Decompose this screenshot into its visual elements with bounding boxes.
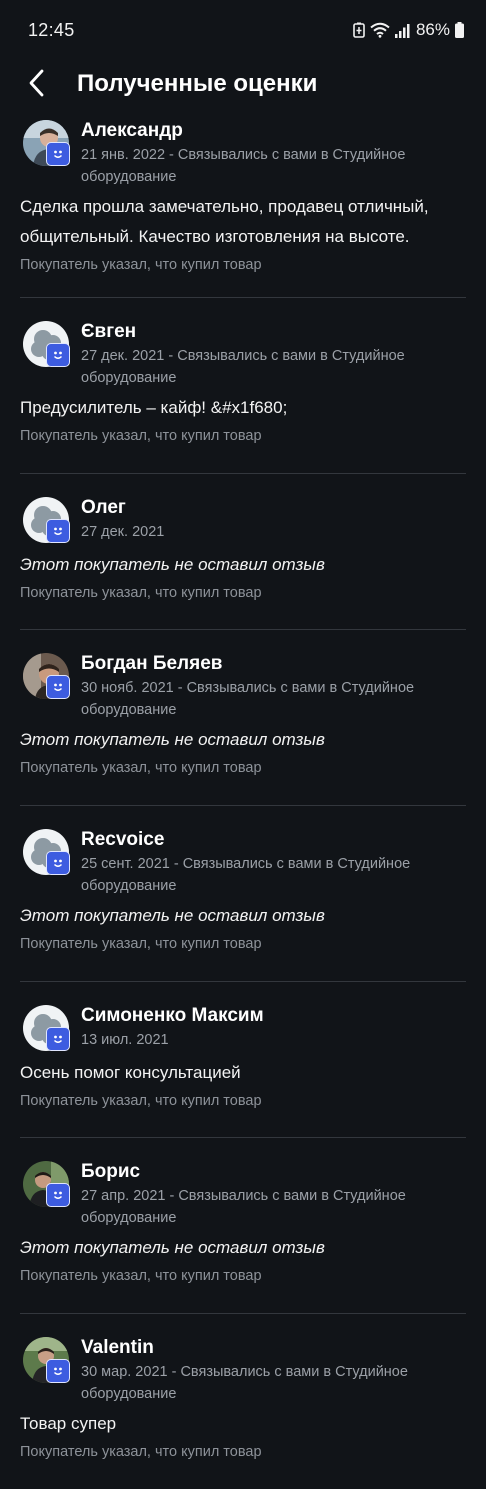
back-button[interactable] [18, 66, 56, 104]
purchase-note: Покупатель указал, что купил товар [20, 257, 262, 273]
wifi-icon [370, 22, 390, 38]
reviews-list: Александр 21 янв. 2022 - Связывались с в… [0, 110, 486, 1489]
review-header: Євген 27 дек. 2021 - Связывались с вами … [20, 298, 466, 389]
review-header: Борис 27 апр. 2021 - Связывались с вами … [20, 1138, 466, 1229]
verified-badge-icon [46, 675, 70, 699]
reviewer-name[interactable]: Євген [81, 320, 466, 344]
verified-badge-icon [46, 343, 70, 367]
purchase-note: Покупатель указал, что купил товар [20, 1444, 262, 1460]
chevron-left-icon [27, 69, 47, 102]
purchase-note: Покупатель указал, что купил товар [20, 936, 262, 952]
verified-badge-icon [46, 851, 70, 875]
review-text: Этот покупатель не оставил отзыв [20, 1238, 325, 1257]
review-header: Богдан Беляев 30 нояб. 2021 - Связывалис… [20, 630, 466, 721]
verified-badge-icon [46, 142, 70, 166]
review-text: Этот покупатель не оставил отзыв [20, 906, 325, 925]
review-text: Осень помог консультацией [20, 1063, 241, 1082]
review-meta: 27 дек. 2021 [81, 524, 165, 540]
review-text: Этот покупатель не оставил отзыв [20, 730, 325, 749]
reviewer-name[interactable]: Богдан Беляев [81, 652, 466, 676]
review-item: Євген 27 дек. 2021 - Связывались с вами … [20, 298, 466, 474]
review-item: Recvoice 25 сент. 2021 - Связывались с в… [20, 806, 466, 982]
review-meta: 30 нояб. 2021 - Связывались с вами в Сту… [81, 680, 415, 718]
review-header: Симоненко Максим 13 июл. 2021 [20, 982, 466, 1062]
reviewer-name[interactable]: Симоненко Максим [81, 1004, 466, 1028]
review-item: Valentin 30 мар. 2021 - Связывались с ва… [20, 1314, 466, 1489]
review-header: Александр 21 янв. 2022 - Связывались с в… [20, 110, 466, 188]
review-meta: 21 янв. 2022 - Связывались с вами в Студ… [81, 147, 406, 185]
verified-badge-icon [46, 1183, 70, 1207]
purchase-note: Покупатель указал, что купил товар [20, 760, 262, 776]
purchase-note: Покупатель указал, что купил товар [20, 428, 262, 444]
review-header: Олег 27 дек. 2021 [20, 474, 466, 554]
review-item: Богдан Беляев 30 нояб. 2021 - Связывалис… [20, 630, 466, 806]
review-meta: 27 апр. 2021 - Связывались с вами в Студ… [81, 1188, 406, 1226]
verified-badge-icon [46, 519, 70, 543]
review-header: Recvoice 25 сент. 2021 - Связывались с в… [20, 806, 466, 897]
review-meta: 27 дек. 2021 - Связывались с вами в Студ… [81, 348, 405, 386]
reviewer-name[interactable]: Борис [81, 1160, 466, 1184]
battery-percent: 86% [415, 20, 450, 39]
review-item: Александр 21 янв. 2022 - Связывались с в… [20, 110, 466, 298]
purchase-note: Покупатель указал, что купил товар [20, 1093, 262, 1109]
review-meta: 30 мар. 2021 - Связывались с вами в Студ… [81, 1364, 408, 1402]
purchase-note: Покупатель указал, что купил товар [20, 585, 262, 601]
reviewer-name[interactable]: Valentin [81, 1336, 466, 1360]
review-text: Товар супер [20, 1414, 117, 1433]
review-meta: 13 июл. 2021 [81, 1032, 169, 1048]
verified-badge-icon [46, 1027, 70, 1051]
reviewer-name[interactable]: Олег [81, 496, 466, 520]
status-bar: 12:45 86% [0, 0, 486, 60]
review-header: Valentin 30 мар. 2021 - Связывались с ва… [20, 1314, 466, 1405]
review-item: Симоненко Максим 13 июл. 2021 Осень помо… [20, 982, 466, 1138]
page-title: Полученные оценки [77, 70, 318, 97]
battery-icon [455, 22, 464, 38]
review-item: Борис 27 апр. 2021 - Связывались с вами … [20, 1138, 466, 1314]
review-text: Сделка прошла замечательно, продавец отл… [20, 197, 429, 246]
review-meta: 25 сент. 2021 - Связывались с вами в Сту… [81, 856, 411, 894]
verified-badge-icon [46, 1359, 70, 1383]
app-header: Полученные оценки [0, 60, 486, 110]
reviewer-name[interactable]: Александр [81, 119, 466, 143]
review-item: Олег 27 дек. 2021 Этот покупатель не ост… [20, 474, 466, 630]
status-icons: 86% [353, 20, 464, 40]
review-text: Предусилитель – кайф! &#x1f680; [20, 398, 288, 417]
signal-icon [394, 23, 411, 38]
purchase-note: Покупатель указал, что купил товар [20, 1268, 262, 1284]
status-time: 12:45 [28, 20, 75, 40]
review-text: Этот покупатель не оставил отзыв [20, 555, 325, 574]
battery-saver-icon [353, 22, 365, 38]
reviewer-name[interactable]: Recvoice [81, 828, 466, 852]
